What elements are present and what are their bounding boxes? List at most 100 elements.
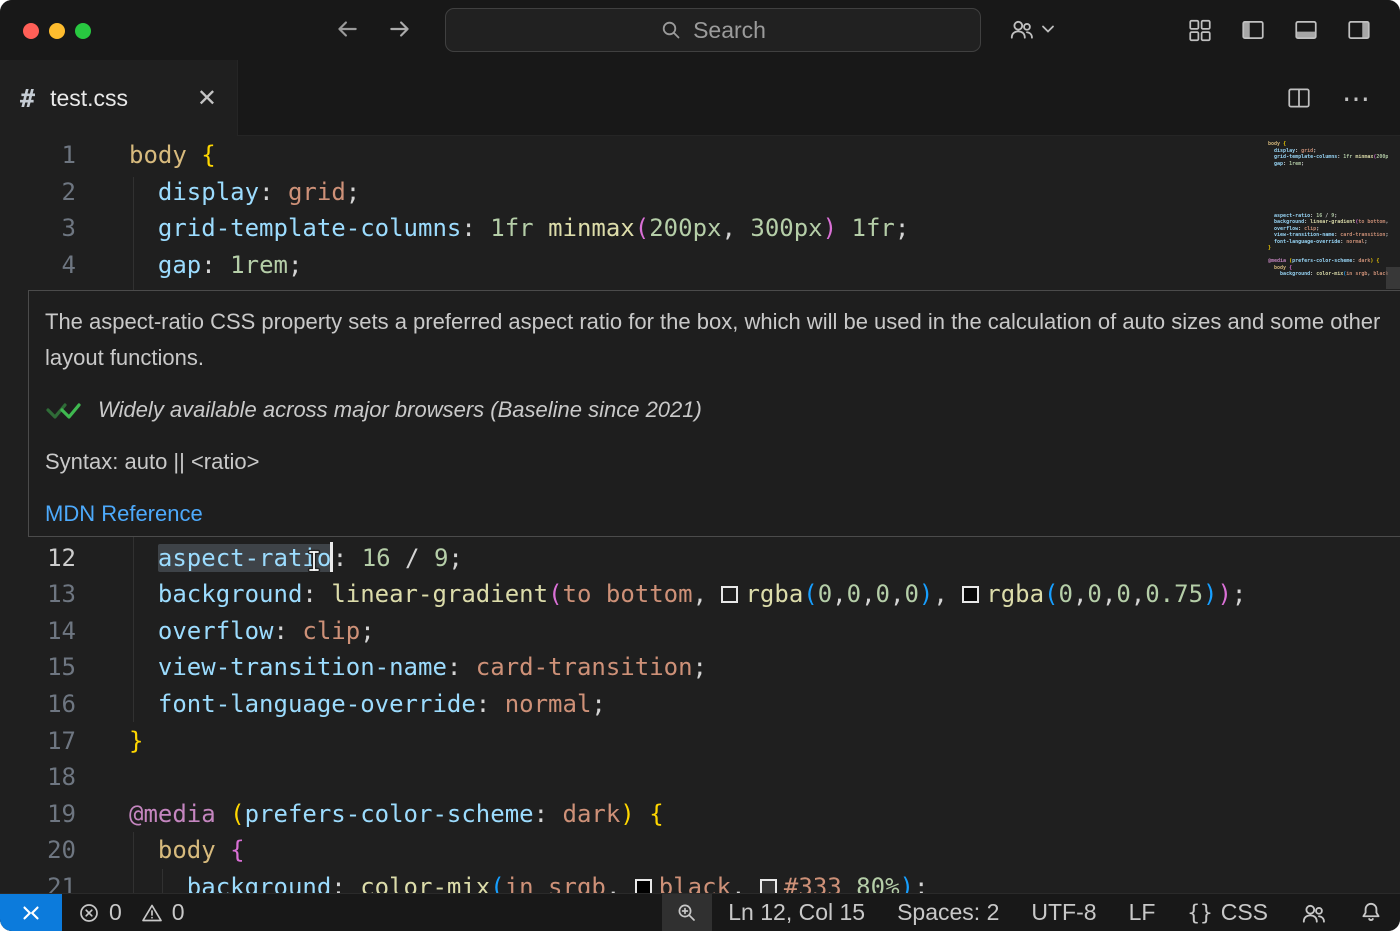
- css-file-icon: #: [20, 84, 35, 113]
- code-token: ,: [1102, 580, 1116, 608]
- code-line[interactable]: 1body {: [0, 137, 1400, 174]
- color-swatch[interactable]: [962, 586, 979, 603]
- search-label: Search: [693, 17, 766, 44]
- search-box[interactable]: Search: [445, 8, 981, 52]
- code-line[interactable]: 2 display: grid;: [0, 174, 1400, 211]
- color-swatch[interactable]: [635, 879, 652, 893]
- code-token: (: [635, 214, 649, 242]
- indentation-status[interactable]: Spaces: 2: [881, 894, 1015, 931]
- code-token: ;: [448, 544, 462, 572]
- code-token: (: [1044, 580, 1058, 608]
- more-actions-button[interactable]: ⋯: [1342, 82, 1371, 115]
- zoom-window-button[interactable]: [75, 23, 91, 39]
- line-number: 1: [0, 137, 105, 174]
- line-content: view-transition-name: card-transition;: [105, 649, 707, 686]
- code-token: color-mix: [360, 873, 490, 893]
- code-token: :: [534, 800, 563, 828]
- code-token: card-transition: [476, 653, 693, 681]
- code-token: view-transition-name: [158, 653, 447, 681]
- code-line[interactable]: 16 font-language-override: normal;: [0, 686, 1400, 723]
- minimap-line: background: color-mix(in srgb, black, #3…: [1268, 271, 1388, 278]
- accounts-status-button[interactable]: [1284, 894, 1342, 931]
- line-number: 17: [0, 723, 105, 760]
- search-icon: [660, 19, 682, 41]
- code-token: ;: [1232, 580, 1246, 608]
- line-content: [105, 759, 129, 796]
- eol-status[interactable]: LF: [1113, 894, 1172, 931]
- statusbar: 0 0 Ln 12, Col 15 Spaces: 2 UTF-8 LF {} …: [0, 893, 1400, 931]
- minimap[interactable]: body { display: grid; grid-template-colu…: [1268, 141, 1388, 291]
- code-token: overflow: [158, 617, 274, 645]
- code-line[interactable]: 20 body {: [0, 832, 1400, 869]
- code-token: 0: [1116, 580, 1130, 608]
- code-line[interactable]: 19@media (prefers-color-scheme: dark) {: [0, 796, 1400, 833]
- code-token: }: [129, 727, 143, 755]
- code-token: 0: [876, 580, 890, 608]
- code-token: 16: [362, 544, 391, 572]
- code-token: {: [230, 836, 244, 864]
- code-token: [837, 214, 851, 242]
- code-line[interactable]: 17}: [0, 723, 1400, 760]
- line-number: 12: [0, 540, 105, 577]
- notifications-button[interactable]: [1342, 894, 1400, 931]
- remote-indicator[interactable]: [0, 894, 62, 931]
- sidebar-left-icon: [1240, 17, 1266, 43]
- code-token: grid-template-columns: [158, 214, 461, 242]
- code-token: 200px: [649, 214, 721, 242]
- code-line[interactable]: 18: [0, 759, 1400, 796]
- code-line[interactable]: 4 gap: 1rem;: [0, 247, 1400, 284]
- code-token: [635, 800, 649, 828]
- code-token: ;: [360, 617, 374, 645]
- line-number: 3: [0, 210, 105, 247]
- code-token: (: [490, 873, 504, 893]
- code-line[interactable]: 3 grid-template-columns: 1fr minmax(200p…: [0, 210, 1400, 247]
- code-token: ): [1203, 580, 1217, 608]
- code-token: ,: [861, 580, 875, 608]
- code-token: {: [649, 800, 663, 828]
- code-token: ): [900, 873, 914, 893]
- code-line[interactable]: 14 overflow: clip;: [0, 613, 1400, 650]
- mdn-reference-link[interactable]: MDN Reference: [45, 496, 203, 532]
- hover-tooltip: The aspect-ratio CSS property sets a pre…: [28, 290, 1400, 537]
- code-token: #333: [784, 873, 842, 893]
- language-label: CSS: [1221, 899, 1268, 926]
- line-number: 14: [0, 613, 105, 650]
- vscode-window: Search # test.css ✕: [0, 0, 1400, 931]
- code-token: to bottom: [563, 580, 693, 608]
- code-token: 1fr: [490, 214, 533, 242]
- line-content: body {: [105, 137, 216, 174]
- close-tab-icon[interactable]: ✕: [197, 84, 217, 113]
- line-content: }: [105, 723, 143, 760]
- line-number: 16: [0, 686, 105, 723]
- tab-test-css[interactable]: # test.css ✕: [0, 60, 238, 136]
- titlebar: Search: [0, 0, 1400, 60]
- split-editor-button[interactable]: [1286, 85, 1312, 111]
- toggle-secondary-sidebar-button[interactable]: [1346, 17, 1372, 43]
- color-swatch[interactable]: [721, 586, 738, 603]
- accounts-menu[interactable]: [1008, 16, 1055, 42]
- code-token: ,: [1073, 580, 1087, 608]
- line-content: background: color-mix(in srgb, black, #3…: [105, 869, 928, 893]
- code-line[interactable]: 13 background: linear-gradient(to bottom…: [0, 576, 1400, 613]
- close-window-button[interactable]: [23, 23, 39, 39]
- color-swatch[interactable]: [760, 879, 777, 893]
- code-line[interactable]: 21 background: color-mix(in srgb, black,…: [0, 869, 1400, 893]
- code-token: minmax: [548, 214, 635, 242]
- customize-layout-button[interactable]: [1187, 17, 1213, 43]
- line-content: grid-template-columns: 1fr minmax(200px,…: [105, 210, 909, 247]
- back-button[interactable]: [334, 16, 362, 44]
- cursor-position-status[interactable]: Ln 12, Col 15: [712, 894, 881, 931]
- minimize-window-button[interactable]: [49, 23, 65, 39]
- code-line[interactable]: 12 aspect-ratio: 16 / 9;: [0, 540, 1400, 577]
- code-line[interactable]: 15 view-transition-name: card-transition…: [0, 649, 1400, 686]
- forward-button[interactable]: [387, 16, 415, 44]
- line-number: 2: [0, 174, 105, 211]
- scrollbar-thumb[interactable]: [1386, 267, 1400, 289]
- toggle-panel-button[interactable]: [1293, 17, 1319, 43]
- problems-status[interactable]: 0 0: [78, 899, 195, 926]
- toggle-primary-sidebar-button[interactable]: [1240, 17, 1266, 43]
- language-mode-status[interactable]: {} CSS: [1171, 894, 1284, 931]
- encoding-status[interactable]: UTF-8: [1015, 894, 1112, 931]
- zoom-status-button[interactable]: [662, 894, 712, 931]
- code-token: normal: [505, 690, 592, 718]
